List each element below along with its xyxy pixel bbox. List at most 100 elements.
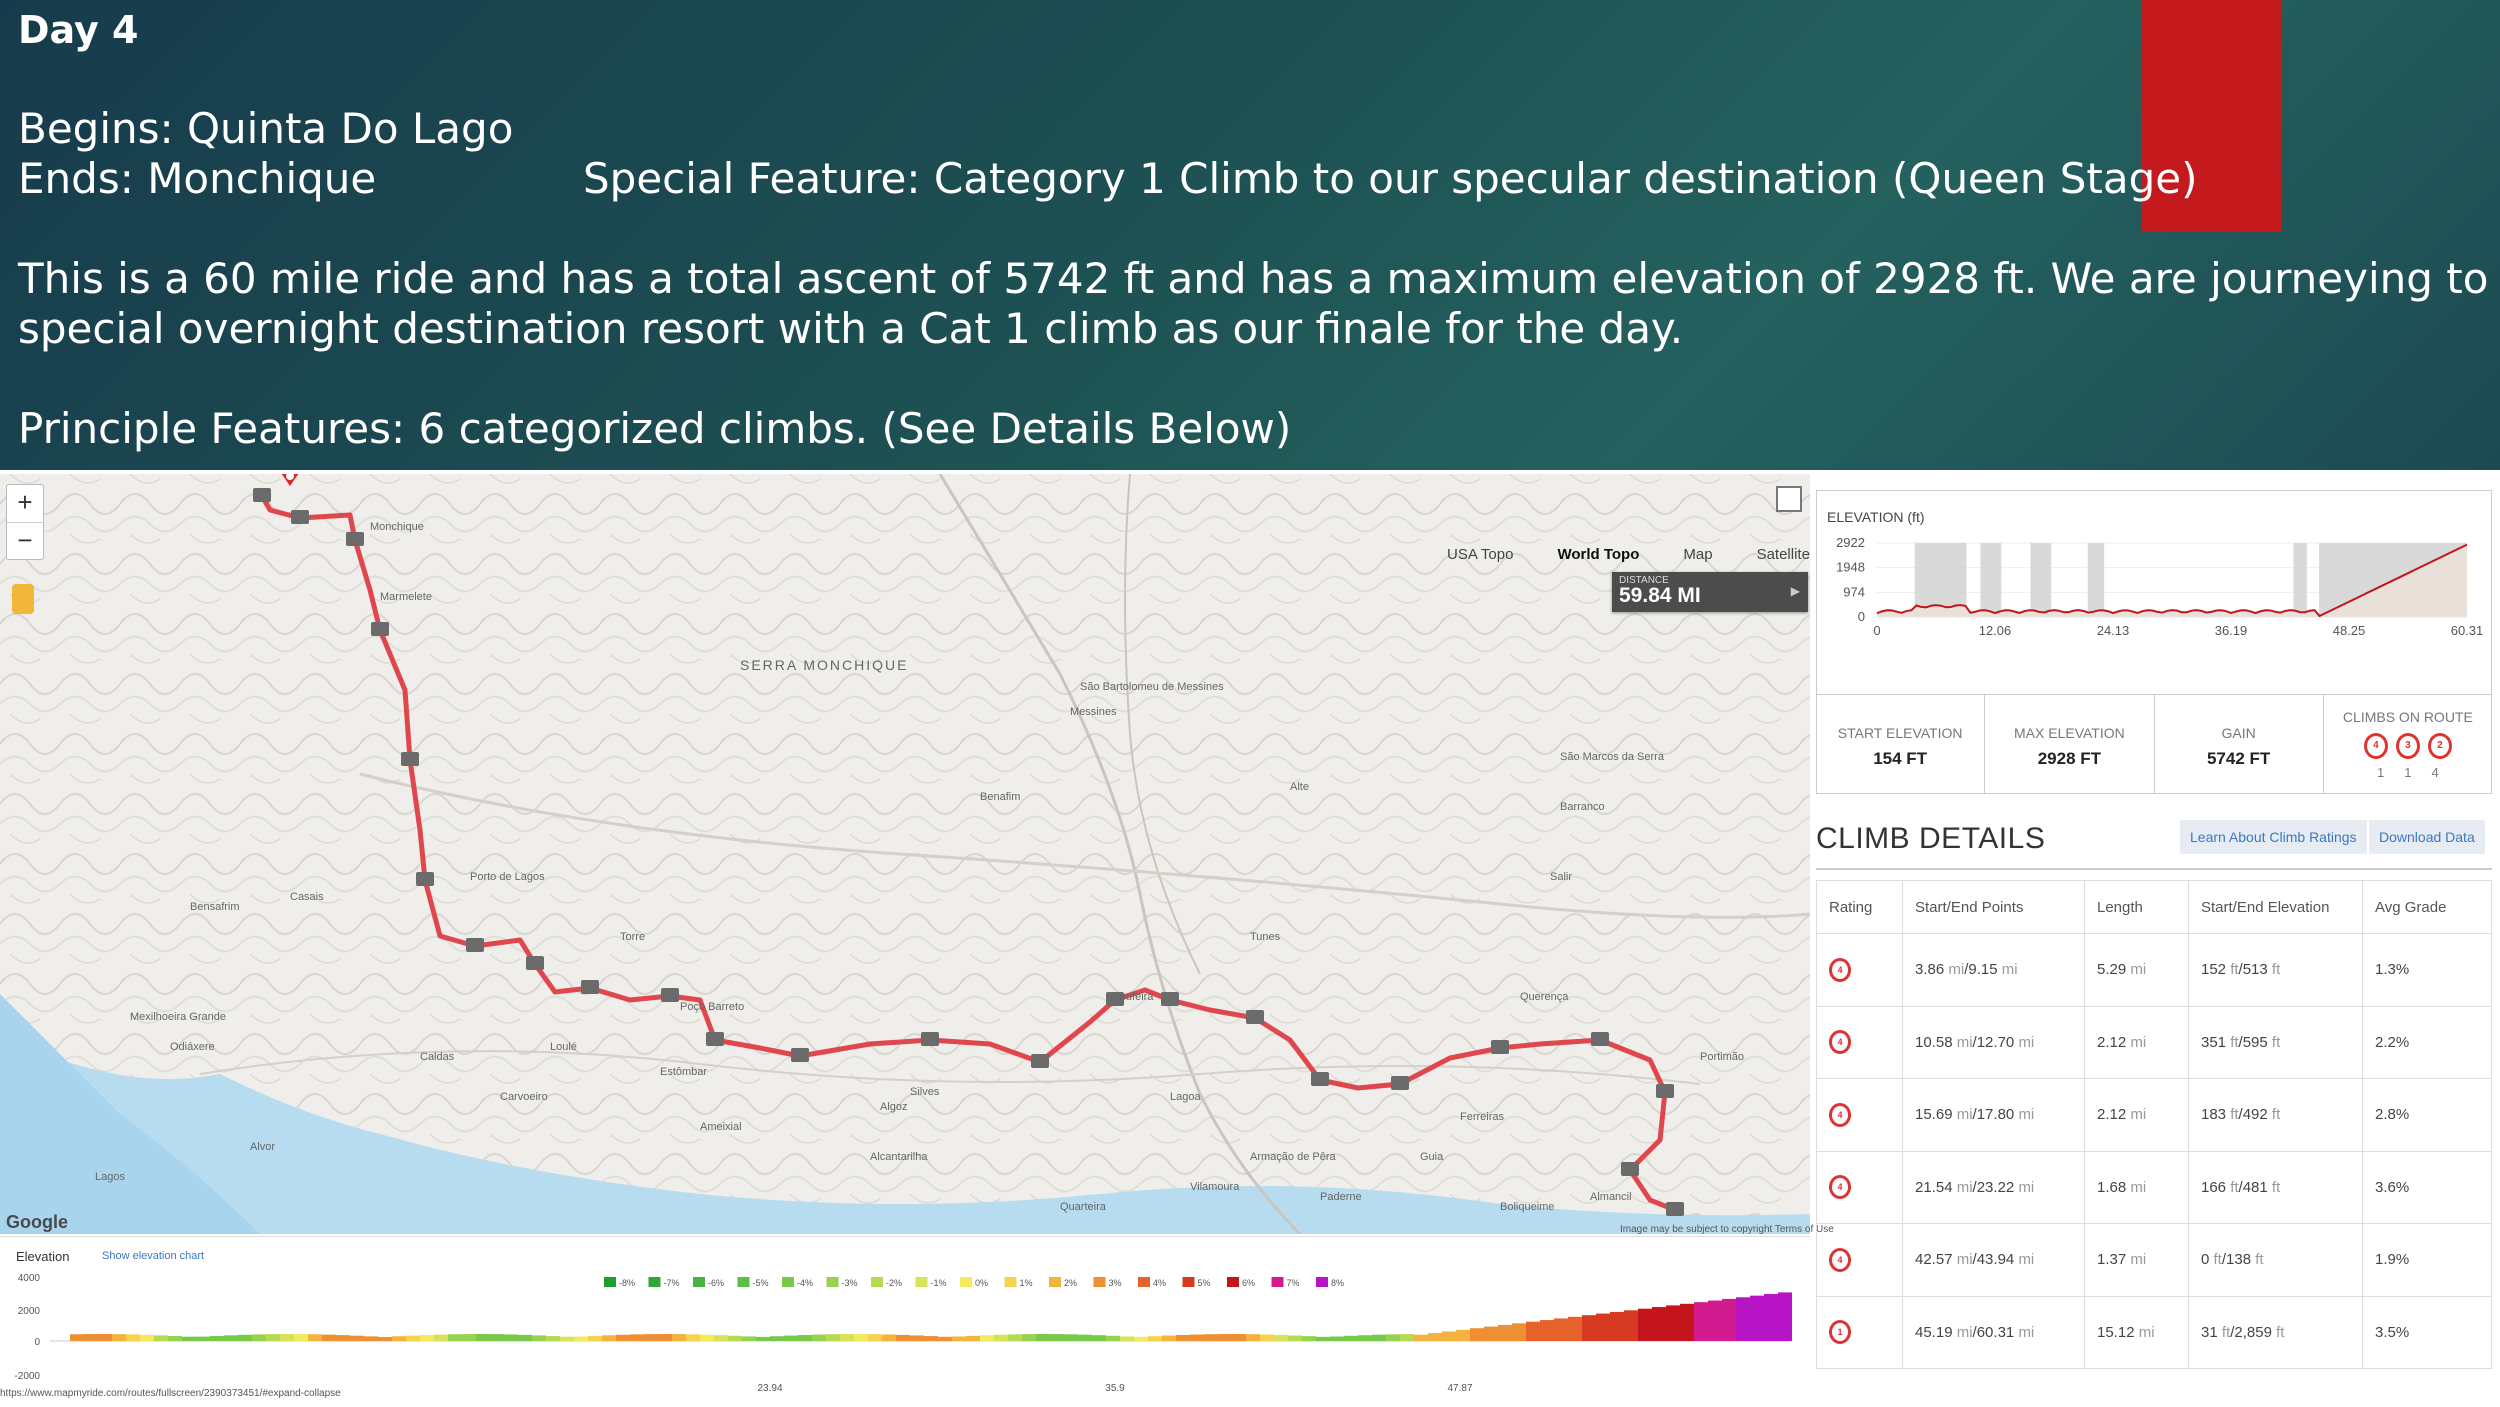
profile-segment xyxy=(672,1334,686,1341)
profile-segment xyxy=(1358,1335,1372,1341)
mile-marker[interactable] xyxy=(1666,1202,1684,1216)
col-avg-grade: Avg Grade xyxy=(2362,880,2492,934)
elevation-strip: Elevation Show elevation chart 4000 2000 0… xyxy=(0,1236,1810,1407)
profile-segment xyxy=(1344,1335,1358,1341)
map-canvas[interactable]: SERRA MONCHIQUE Monchique Caldas Portimão Lo… xyxy=(0,474,1810,1234)
start-elevation: 31 xyxy=(2201,1323,2218,1341)
tab-world-topo[interactable]: World Topo xyxy=(1535,546,1661,563)
profile-segment xyxy=(1274,1334,1288,1341)
mile-marker[interactable] xyxy=(1311,1072,1329,1086)
climb-row[interactable]: 4 10.58 mi/12.70 mi 2.12 mi 351 ft/595 ft 2.… xyxy=(1816,1005,2492,1079)
mile-marker[interactable] xyxy=(1161,992,1179,1006)
place-label: Guia xyxy=(1420,1151,1444,1163)
mile-marker[interactable] xyxy=(1591,1032,1609,1046)
mile-marker[interactable] xyxy=(346,532,364,546)
unit: mi xyxy=(2130,1251,2147,1269)
zoom-control: + − xyxy=(6,484,44,560)
grade-legend-item: 2% xyxy=(1049,1277,1077,1288)
mile-marker[interactable] xyxy=(706,1032,724,1046)
profile-segment xyxy=(630,1334,644,1341)
col-start-end-elevation: Start/End Elevation xyxy=(2188,880,2363,934)
profile-segment xyxy=(1260,1334,1274,1341)
unit: mi xyxy=(1956,1251,1973,1269)
mile-marker[interactable] xyxy=(466,938,484,952)
mile-marker[interactable] xyxy=(1491,1040,1509,1054)
profile-segment xyxy=(126,1334,140,1341)
x-tick: 24.13 xyxy=(2097,623,2130,638)
mile-marker[interactable] xyxy=(1031,1054,1049,1068)
svg-text:-3%: -3% xyxy=(842,1278,858,1288)
profile-segment xyxy=(1624,1310,1638,1341)
profile-segment xyxy=(476,1334,490,1341)
mile-marker[interactable] xyxy=(1656,1084,1674,1098)
svg-text:-6%: -6% xyxy=(708,1278,724,1288)
climb-grade: 1.9% xyxy=(2362,1223,2492,1297)
distance-value: 59.84 MI xyxy=(1619,584,1701,607)
play-arrow-icon[interactable]: ▶ xyxy=(1791,584,1800,598)
mile-marker[interactable] xyxy=(1246,1010,1264,1024)
grade-legend-item: -5% xyxy=(737,1277,769,1288)
svg-text:6%: 6% xyxy=(1242,1278,1255,1288)
mile-marker[interactable] xyxy=(416,872,434,886)
mile-marker[interactable] xyxy=(1391,1076,1409,1090)
profile-segment xyxy=(840,1334,854,1341)
profile-segment xyxy=(406,1335,420,1341)
mile-marker[interactable] xyxy=(526,956,544,970)
mile-marker[interactable] xyxy=(1621,1162,1639,1176)
profile-segment xyxy=(1176,1334,1190,1341)
zoom-out-button[interactable]: − xyxy=(7,522,43,560)
grade-legend-item: -7% xyxy=(648,1277,680,1288)
distance-box[interactable]: DISTANCE 59.84 MI ▶ xyxy=(1612,572,1808,612)
climb-counts: 1 1 4 xyxy=(2324,765,2492,780)
profile-segment xyxy=(70,1334,84,1341)
download-data-button[interactable]: Download Data xyxy=(2369,820,2485,854)
profile-segment xyxy=(1414,1334,1428,1341)
climb-row[interactable]: 4 21.54 mi/23.22 mi 1.68 mi 166 ft/481 ft 3.… xyxy=(1816,1150,2492,1224)
profile-segment xyxy=(952,1336,966,1341)
profile-segment xyxy=(1106,1335,1120,1341)
grade-legend-item: 7% xyxy=(1271,1277,1300,1288)
mile-marker[interactable] xyxy=(581,980,599,994)
profile-segment xyxy=(868,1334,882,1341)
profile-segment xyxy=(1694,1302,1708,1341)
start-point: 3.86 xyxy=(1915,961,1945,979)
climb-category-icon: 4 xyxy=(1829,1175,1851,1200)
climb-row[interactable]: 4 3.86 mi/9.15 mi 5.29 mi 152 ft/513 ft 1.3% xyxy=(1816,933,2492,1007)
profile-segment xyxy=(182,1336,196,1341)
learn-climb-ratings-button[interactable]: Learn About Climb Ratings xyxy=(2180,820,2367,854)
climb-length: 2.12 mi xyxy=(2084,1005,2189,1079)
mile-marker[interactable] xyxy=(371,622,389,636)
svg-text:-4%: -4% xyxy=(797,1278,813,1288)
zoom-in-button[interactable]: + xyxy=(7,485,43,522)
route-map[interactable]: SERRA MONCHIQUE Monchique Caldas Portimão Lo… xyxy=(0,474,1810,1234)
start-point: 15.69 xyxy=(1915,1106,1953,1124)
climb-row[interactable]: 4 42.57 mi/43.94 mi 1.37 mi 0 ft/138 ft 1.9% xyxy=(1816,1223,2492,1297)
tab-usa-topo[interactable]: USA Topo xyxy=(1425,546,1535,563)
map-copyright[interactable]: Image may be subject to copyright Terms … xyxy=(1620,1224,1834,1235)
street-view-pegman-icon[interactable] xyxy=(12,584,34,614)
mile-marker[interactable] xyxy=(791,1048,809,1062)
mile-marker[interactable] xyxy=(401,752,419,766)
profile-segment xyxy=(1456,1329,1470,1341)
unit: ft xyxy=(2230,1106,2239,1124)
mile-marker[interactable] xyxy=(921,1032,939,1046)
mile-marker[interactable] xyxy=(661,988,679,1002)
climb-rating: 4 xyxy=(1816,1078,1903,1152)
profile-segment xyxy=(532,1335,546,1341)
climb-row[interactable]: 1 45.19 mi/60.31 mi 15.12 mi 31 ft/2,859 ft… xyxy=(1816,1295,2492,1369)
grade-legend-item: -4% xyxy=(782,1277,813,1288)
climb-length: 1.68 mi xyxy=(2084,1150,2189,1224)
end-elevation: 595 xyxy=(2242,1033,2268,1051)
climb-row[interactable]: 4 15.69 mi/17.80 mi 2.12 mi 183 ft/492 ft 2.… xyxy=(1816,1078,2492,1152)
svg-text:2%: 2% xyxy=(1064,1278,1077,1288)
profile-segment xyxy=(644,1334,658,1341)
tab-map[interactable]: Map xyxy=(1661,546,1734,563)
profile-segment xyxy=(1386,1334,1400,1341)
fullscreen-icon[interactable] xyxy=(1776,486,1802,512)
mile-marker[interactable] xyxy=(253,488,271,502)
status-url: https://www.mapmyride.com/routes/fullscr… xyxy=(0,1388,341,1399)
climb-count: 1 xyxy=(2377,765,2385,780)
mile-marker[interactable] xyxy=(291,510,309,524)
unit: mi xyxy=(2130,961,2147,979)
climb-details-title: CLIMB DETAILS xyxy=(1816,822,2046,855)
